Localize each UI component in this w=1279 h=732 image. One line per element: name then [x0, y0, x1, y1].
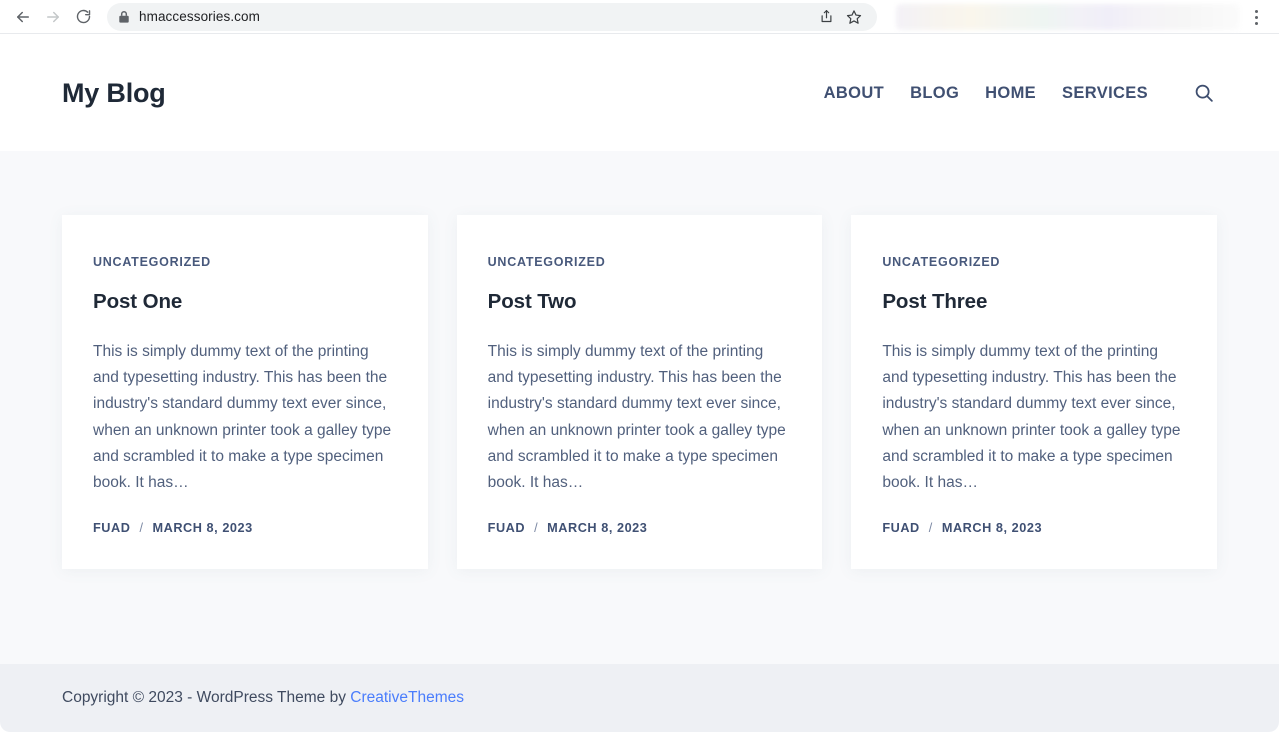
share-icon[interactable]	[814, 5, 838, 29]
star-icon[interactable]	[842, 5, 866, 29]
post-category[interactable]: UNCATEGORIZED	[488, 255, 792, 269]
forward-arrow-icon	[44, 8, 62, 26]
blurred-extensions-region	[896, 4, 1240, 30]
post-category[interactable]: UNCATEGORIZED	[882, 255, 1186, 269]
post-excerpt: This is simply dummy text of the printin…	[93, 339, 397, 496]
post-excerpt: This is simply dummy text of the printin…	[882, 339, 1186, 496]
post-card[interactable]: UNCATEGORIZED Post One This is simply du…	[62, 215, 428, 569]
browser-reload-button[interactable]	[68, 2, 98, 32]
post-title[interactable]: Post Three	[882, 290, 1186, 314]
browser-toolbar: hmaccessories.com	[0, 0, 1279, 34]
reload-icon	[75, 8, 92, 25]
post-meta: FUAD / MARCH 8, 2023	[93, 521, 397, 535]
url-text: hmaccessories.com	[139, 9, 808, 24]
browser-back-button[interactable]	[8, 2, 38, 32]
main-navigation: ABOUT BLOG HOME SERVICES	[811, 80, 1217, 106]
post-excerpt: This is simply dummy text of the printin…	[488, 339, 792, 496]
omnibox-actions	[814, 5, 866, 29]
post-date[interactable]: MARCH 8, 2023	[153, 521, 253, 535]
meta-separator: /	[139, 521, 143, 535]
post-author[interactable]: FUAD	[882, 521, 919, 535]
post-author[interactable]: FUAD	[488, 521, 525, 535]
post-author[interactable]: FUAD	[93, 521, 130, 535]
nav-item-services[interactable]: SERVICES	[1049, 84, 1161, 103]
meta-separator: /	[929, 521, 933, 535]
site-title[interactable]: My Blog	[62, 78, 166, 109]
post-date[interactable]: MARCH 8, 2023	[942, 521, 1042, 535]
post-card[interactable]: UNCATEGORIZED Post Three This is simply …	[851, 215, 1217, 569]
meta-separator: /	[534, 521, 538, 535]
address-bar[interactable]: hmaccessories.com	[107, 3, 877, 31]
copyright-text: Copyright © 2023 - WordPress Theme by Cr…	[62, 689, 464, 707]
site-footer: Copyright © 2023 - WordPress Theme by Cr…	[0, 664, 1279, 732]
post-grid: UNCATEGORIZED Post One This is simply du…	[62, 215, 1217, 569]
post-meta: FUAD / MARCH 8, 2023	[882, 521, 1186, 535]
page-viewport: My Blog ABOUT BLOG HOME SERVICES UNCATEG…	[0, 35, 1279, 732]
copyright-label: Copyright © 2023 - WordPress Theme by	[62, 689, 346, 706]
nav-item-about[interactable]: ABOUT	[811, 84, 897, 103]
post-card[interactable]: UNCATEGORIZED Post Two This is simply du…	[457, 215, 823, 569]
post-category[interactable]: UNCATEGORIZED	[93, 255, 397, 269]
search-icon[interactable]	[1191, 80, 1217, 106]
back-arrow-icon	[14, 8, 32, 26]
main-content: UNCATEGORIZED Post One This is simply du…	[0, 151, 1279, 569]
site-header: My Blog ABOUT BLOG HOME SERVICES	[0, 35, 1279, 151]
browser-forward-button[interactable]	[38, 2, 68, 32]
post-title[interactable]: Post One	[93, 290, 397, 314]
post-meta: FUAD / MARCH 8, 2023	[488, 521, 792, 535]
three-dot-menu-icon[interactable]	[1243, 4, 1269, 30]
nav-item-home[interactable]: HOME	[972, 84, 1049, 103]
post-date[interactable]: MARCH 8, 2023	[547, 521, 647, 535]
post-title[interactable]: Post Two	[488, 290, 792, 314]
creativethemes-link[interactable]: CreativeThemes	[350, 689, 464, 706]
nav-item-blog[interactable]: BLOG	[897, 84, 972, 103]
lock-icon	[118, 10, 130, 24]
